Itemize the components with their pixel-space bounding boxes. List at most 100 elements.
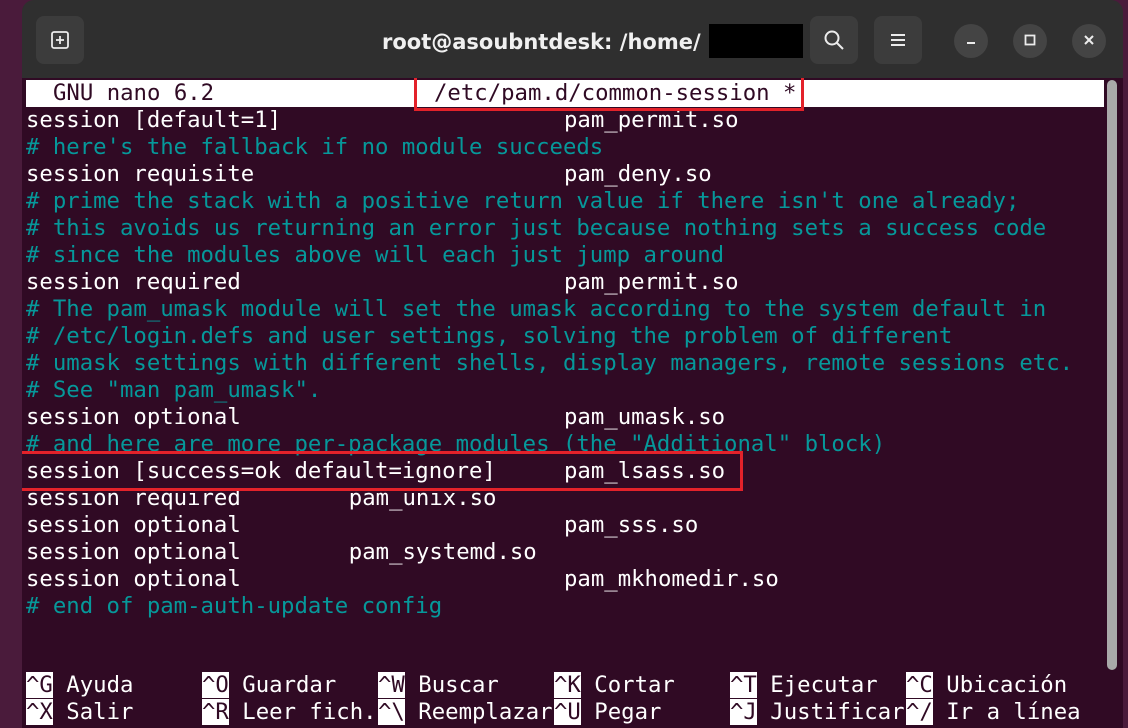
shortcut-row: ^X Salir ^R Leer fich. ^\ Reemplazar ^U Peg… xyxy=(26,699,1106,726)
module-name: pam_mkhomedir.so xyxy=(564,566,779,592)
shortcut-label: Guardar xyxy=(242,672,337,698)
shortcut-label: Reemplazar xyxy=(418,699,553,725)
shortcut-item[interactable]: ^C Ubicación xyxy=(906,672,1067,699)
minimize-icon xyxy=(964,32,978,51)
editor-line: # The pam_umask module will set the umas… xyxy=(26,296,1106,323)
nano-version: GNU nano 6.2 xyxy=(53,80,215,106)
shortcut-label: Buscar xyxy=(418,672,499,698)
editor-line: session [default=1] pam_permit.so xyxy=(26,107,1106,134)
editor-line: # end of pam-auth-update config xyxy=(26,593,1106,620)
maximize-icon xyxy=(1023,32,1037,51)
menu-button[interactable] xyxy=(874,16,922,64)
hamburger-menu-icon xyxy=(889,32,907,48)
editor-line: # umask settings with different shells, … xyxy=(26,350,1106,377)
editor-line: session optional pam_mkhomedir.so xyxy=(26,566,1106,593)
shortcut-key: ^U xyxy=(554,699,581,725)
editor-line: # See "man pam_umask". xyxy=(26,377,1106,404)
shortcut-item[interactable]: ^O Guardar xyxy=(202,672,336,699)
shortcut-item[interactable]: ^/ Ir a línea xyxy=(906,699,1081,726)
editor-line: session optional pam_umask.so xyxy=(26,404,1106,431)
shortcut-key: ^O xyxy=(202,672,229,698)
shortcut-label: Ir a línea xyxy=(946,699,1081,725)
window-title: root@asoubntdesk: /home/ xyxy=(382,24,822,58)
directive-text: session optional xyxy=(26,404,241,430)
editor-line: session [success=ok default=ignore] pam_l… xyxy=(26,458,1106,485)
module-name: pam_permit.so xyxy=(564,269,739,295)
terminal-body[interactable]: GNU nano 6.2 /etc/pam.d/common-session *… xyxy=(22,78,1123,728)
directive-text: session optional xyxy=(26,512,241,538)
editor-line: # since the modules above will each just… xyxy=(26,242,1106,269)
comment-text: # since the modules above will each just… xyxy=(26,242,725,268)
redacted-block xyxy=(708,24,803,58)
shortcut-key: ^C xyxy=(906,672,933,698)
shortcut-key: ^W xyxy=(378,672,405,698)
shortcut-key: ^K xyxy=(554,672,581,698)
editor-line: session required pam_permit.so xyxy=(26,269,1106,296)
comment-text: # prime the stack with a positive return… xyxy=(26,188,1020,214)
editor-line: # /etc/login.defs and user settings, sol… xyxy=(26,323,1106,350)
shortcut-item[interactable]: ^G Ayuda xyxy=(26,672,133,699)
shortcut-label: Pegar xyxy=(594,699,662,725)
shortcut-item[interactable]: ^K Cortar xyxy=(554,672,675,699)
shortcut-label: Salir xyxy=(66,699,134,725)
comment-text: # /etc/login.defs and user settings, sol… xyxy=(26,323,953,349)
shortcut-item[interactable]: ^R Leer fich. xyxy=(202,699,377,726)
module-name: pam_sss.so xyxy=(564,512,699,538)
shortcut-key: ^T xyxy=(730,672,757,698)
comment-text: # The pam_umask module will set the umas… xyxy=(26,296,1047,322)
shortcut-item[interactable]: ^J Justificar xyxy=(730,699,905,726)
editor-line: # here's the fallback if no module succe… xyxy=(26,134,1106,161)
editor-line: session requisite pam_deny.so xyxy=(26,161,1106,188)
maximize-button[interactable] xyxy=(1013,24,1047,58)
shortcut-item[interactable]: ^X Salir xyxy=(26,699,133,726)
comment-text: # here's the fallback if no module succe… xyxy=(26,134,604,160)
editor-line: # and here are more per-package modules … xyxy=(26,431,1106,458)
module-name: pam_deny.so xyxy=(564,161,712,187)
close-button[interactable] xyxy=(1072,24,1106,58)
scrollbar-thumb[interactable] xyxy=(1107,80,1117,670)
comment-text: # end of pam-auth-update config xyxy=(26,593,443,619)
shortcut-row: ^G Ayuda ^O Guardar ^W Buscar ^K Cortar ^T E… xyxy=(26,672,1106,699)
shortcut-label: Ejecutar xyxy=(770,672,878,698)
module-name: pam_permit.so xyxy=(564,107,739,133)
search-icon xyxy=(823,29,845,51)
shortcut-label: Ayuda xyxy=(66,672,134,698)
editor-line: # this avoids us returning an error just… xyxy=(26,215,1106,242)
directive-text: session required xyxy=(26,485,241,511)
shortcut-label: Ubicación xyxy=(946,672,1068,698)
shortcut-key: ^\ xyxy=(378,699,405,725)
new-tab-icon xyxy=(50,30,70,50)
directive-text: session requisite xyxy=(26,161,255,187)
shortcut-item[interactable]: ^\ Reemplazar xyxy=(378,699,553,726)
shortcut-key: ^R xyxy=(202,699,229,725)
directive-text: session [success=ok default=ignore] xyxy=(26,458,496,484)
close-icon xyxy=(1082,32,1096,51)
editor-line: session optional pam_systemd.so xyxy=(26,539,1106,566)
comment-text: # this avoids us returning an error just… xyxy=(26,215,1047,241)
directive-text: session required xyxy=(26,269,241,295)
shortcut-key: ^/ xyxy=(906,699,933,725)
nano-filename: /etc/pam.d/common-session * xyxy=(434,80,797,106)
editor-line: # prime the stack with a positive return… xyxy=(26,188,1106,215)
window-title-text: root@asoubntdesk: /home/ xyxy=(382,30,701,54)
comment-text: # umask settings with different shells, … xyxy=(26,350,1074,376)
nano-header-bar: GNU nano 6.2 /etc/pam.d/common-session * xyxy=(26,80,1106,107)
new-tab-button[interactable] xyxy=(36,16,84,64)
module-name: pam_unix.so xyxy=(348,485,497,511)
minimize-button[interactable] xyxy=(954,24,988,58)
directive-text: session optional xyxy=(26,566,241,592)
shortcut-key: ^G xyxy=(26,672,53,698)
search-button[interactable] xyxy=(810,16,858,64)
comment-text: # and here are more per-package modules … xyxy=(26,431,886,457)
directive-text: session [default=1] xyxy=(26,107,282,133)
editor-line: session required pam_unix.so xyxy=(26,485,1106,512)
comment-text: # See "man pam_umask". xyxy=(26,377,322,403)
shortcut-label: Justificar xyxy=(770,699,905,725)
module-name: pam_systemd.so xyxy=(348,539,537,565)
editor-line: session optional pam_sss.so xyxy=(26,512,1106,539)
shortcut-item[interactable]: ^T Ejecutar xyxy=(730,672,878,699)
window-titlebar: root@asoubntdesk: /home/ xyxy=(22,0,1123,78)
shortcut-key: ^X xyxy=(26,699,53,725)
shortcut-item[interactable]: ^U Pegar xyxy=(554,699,661,726)
shortcut-item[interactable]: ^W Buscar xyxy=(378,672,499,699)
